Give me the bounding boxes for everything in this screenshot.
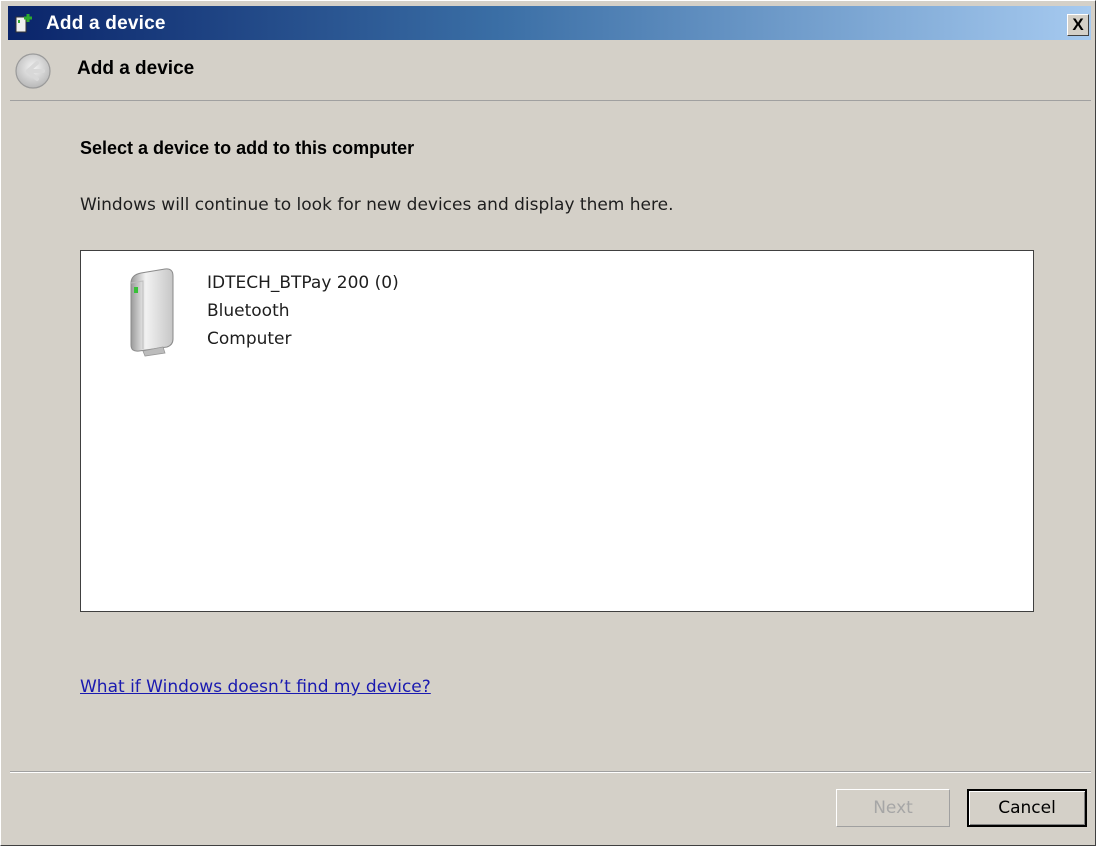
close-button[interactable]: X: [1067, 14, 1089, 36]
window-title: Add a device: [46, 13, 166, 34]
device-connection-type: Bluetooth: [207, 301, 290, 321]
device-name: IDTECH_BTPay 200 (0): [207, 273, 399, 293]
next-button[interactable]: Next: [836, 789, 950, 827]
back-arrow-icon[interactable]: [13, 52, 53, 90]
wizard-content: Select a device to add to this computer …: [10, 101, 1091, 771]
device-category: Computer: [207, 329, 292, 349]
next-button-label: Next: [873, 798, 913, 818]
close-icon: X: [1072, 15, 1084, 34]
page-description: Windows will continue to look for new de…: [80, 195, 674, 215]
device-details: IDTECH_BTPay 200 (0) Bluetooth Computer: [207, 269, 399, 353]
computer-device-icon: [130, 268, 174, 357]
title-bar[interactable]: Add a device X: [8, 6, 1091, 40]
device-list[interactable]: IDTECH_BTPay 200 (0) Bluetooth Computer: [80, 250, 1034, 612]
add-device-app-icon: [15, 14, 32, 33]
cancel-button[interactable]: Cancel: [967, 789, 1087, 827]
footer-divider: [10, 771, 1091, 772]
wizard-header: Add a device: [10, 42, 1091, 101]
header-title: Add a device: [77, 58, 195, 79]
page-heading: Select a device to add to this computer: [80, 138, 415, 158]
device-list-item[interactable]: IDTECH_BTPay 200 (0) Bluetooth Computer: [121, 265, 461, 357]
add-device-window: Add a device X Add a device Select a dev…: [0, 0, 1096, 846]
help-link[interactable]: What if Windows doesn’t find my device?: [80, 677, 431, 697]
cancel-button-label: Cancel: [998, 798, 1056, 818]
